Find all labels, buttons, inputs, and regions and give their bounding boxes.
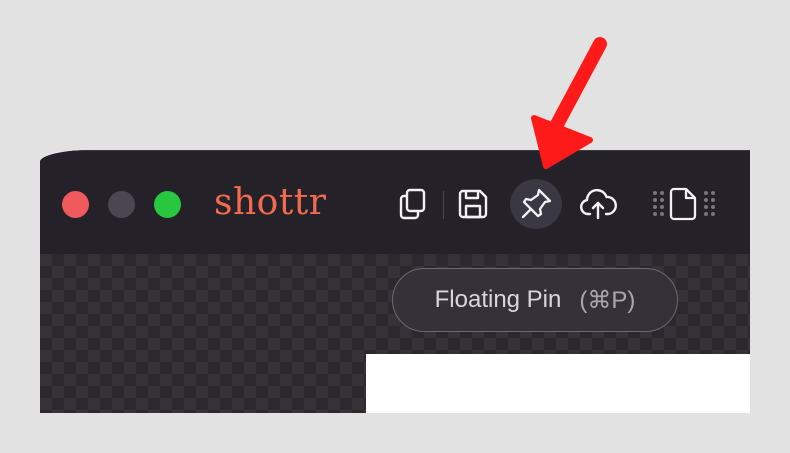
- tooltip-label: Floating Pin: [434, 286, 562, 313]
- document-drag-button[interactable]: [653, 179, 715, 229]
- floating-pin-button[interactable]: [510, 179, 562, 229]
- minimize-button[interactable]: [108, 191, 135, 218]
- pin-icon: [519, 187, 553, 221]
- tooltip-shortcut: (⌘P): [579, 286, 636, 314]
- app-window: shottr Floating Pin (⌘P): [40, 150, 750, 413]
- upload-button[interactable]: [572, 179, 624, 229]
- save-icon: [457, 188, 489, 220]
- copy-icon: [398, 187, 428, 221]
- transparent-canvas: Floating Pin (⌘P): [40, 254, 750, 413]
- annotation-arrow-icon: [531, 37, 607, 169]
- document-handle-icon: [651, 187, 717, 221]
- copy-button[interactable]: [387, 179, 439, 229]
- toolbar-divider: [443, 191, 444, 219]
- app-title: shottr: [214, 182, 327, 223]
- cloud-upload-icon: [579, 188, 617, 220]
- screenshot-preview: [366, 354, 750, 413]
- save-button[interactable]: [447, 179, 499, 229]
- screenshot-stage: shottr Floating Pin (⌘P): [0, 0, 790, 453]
- close-button[interactable]: [62, 191, 89, 218]
- floating-pin-tooltip: Floating Pin (⌘P): [392, 268, 678, 332]
- maximize-button[interactable]: [154, 191, 181, 218]
- title-bar: shottr: [40, 150, 750, 254]
